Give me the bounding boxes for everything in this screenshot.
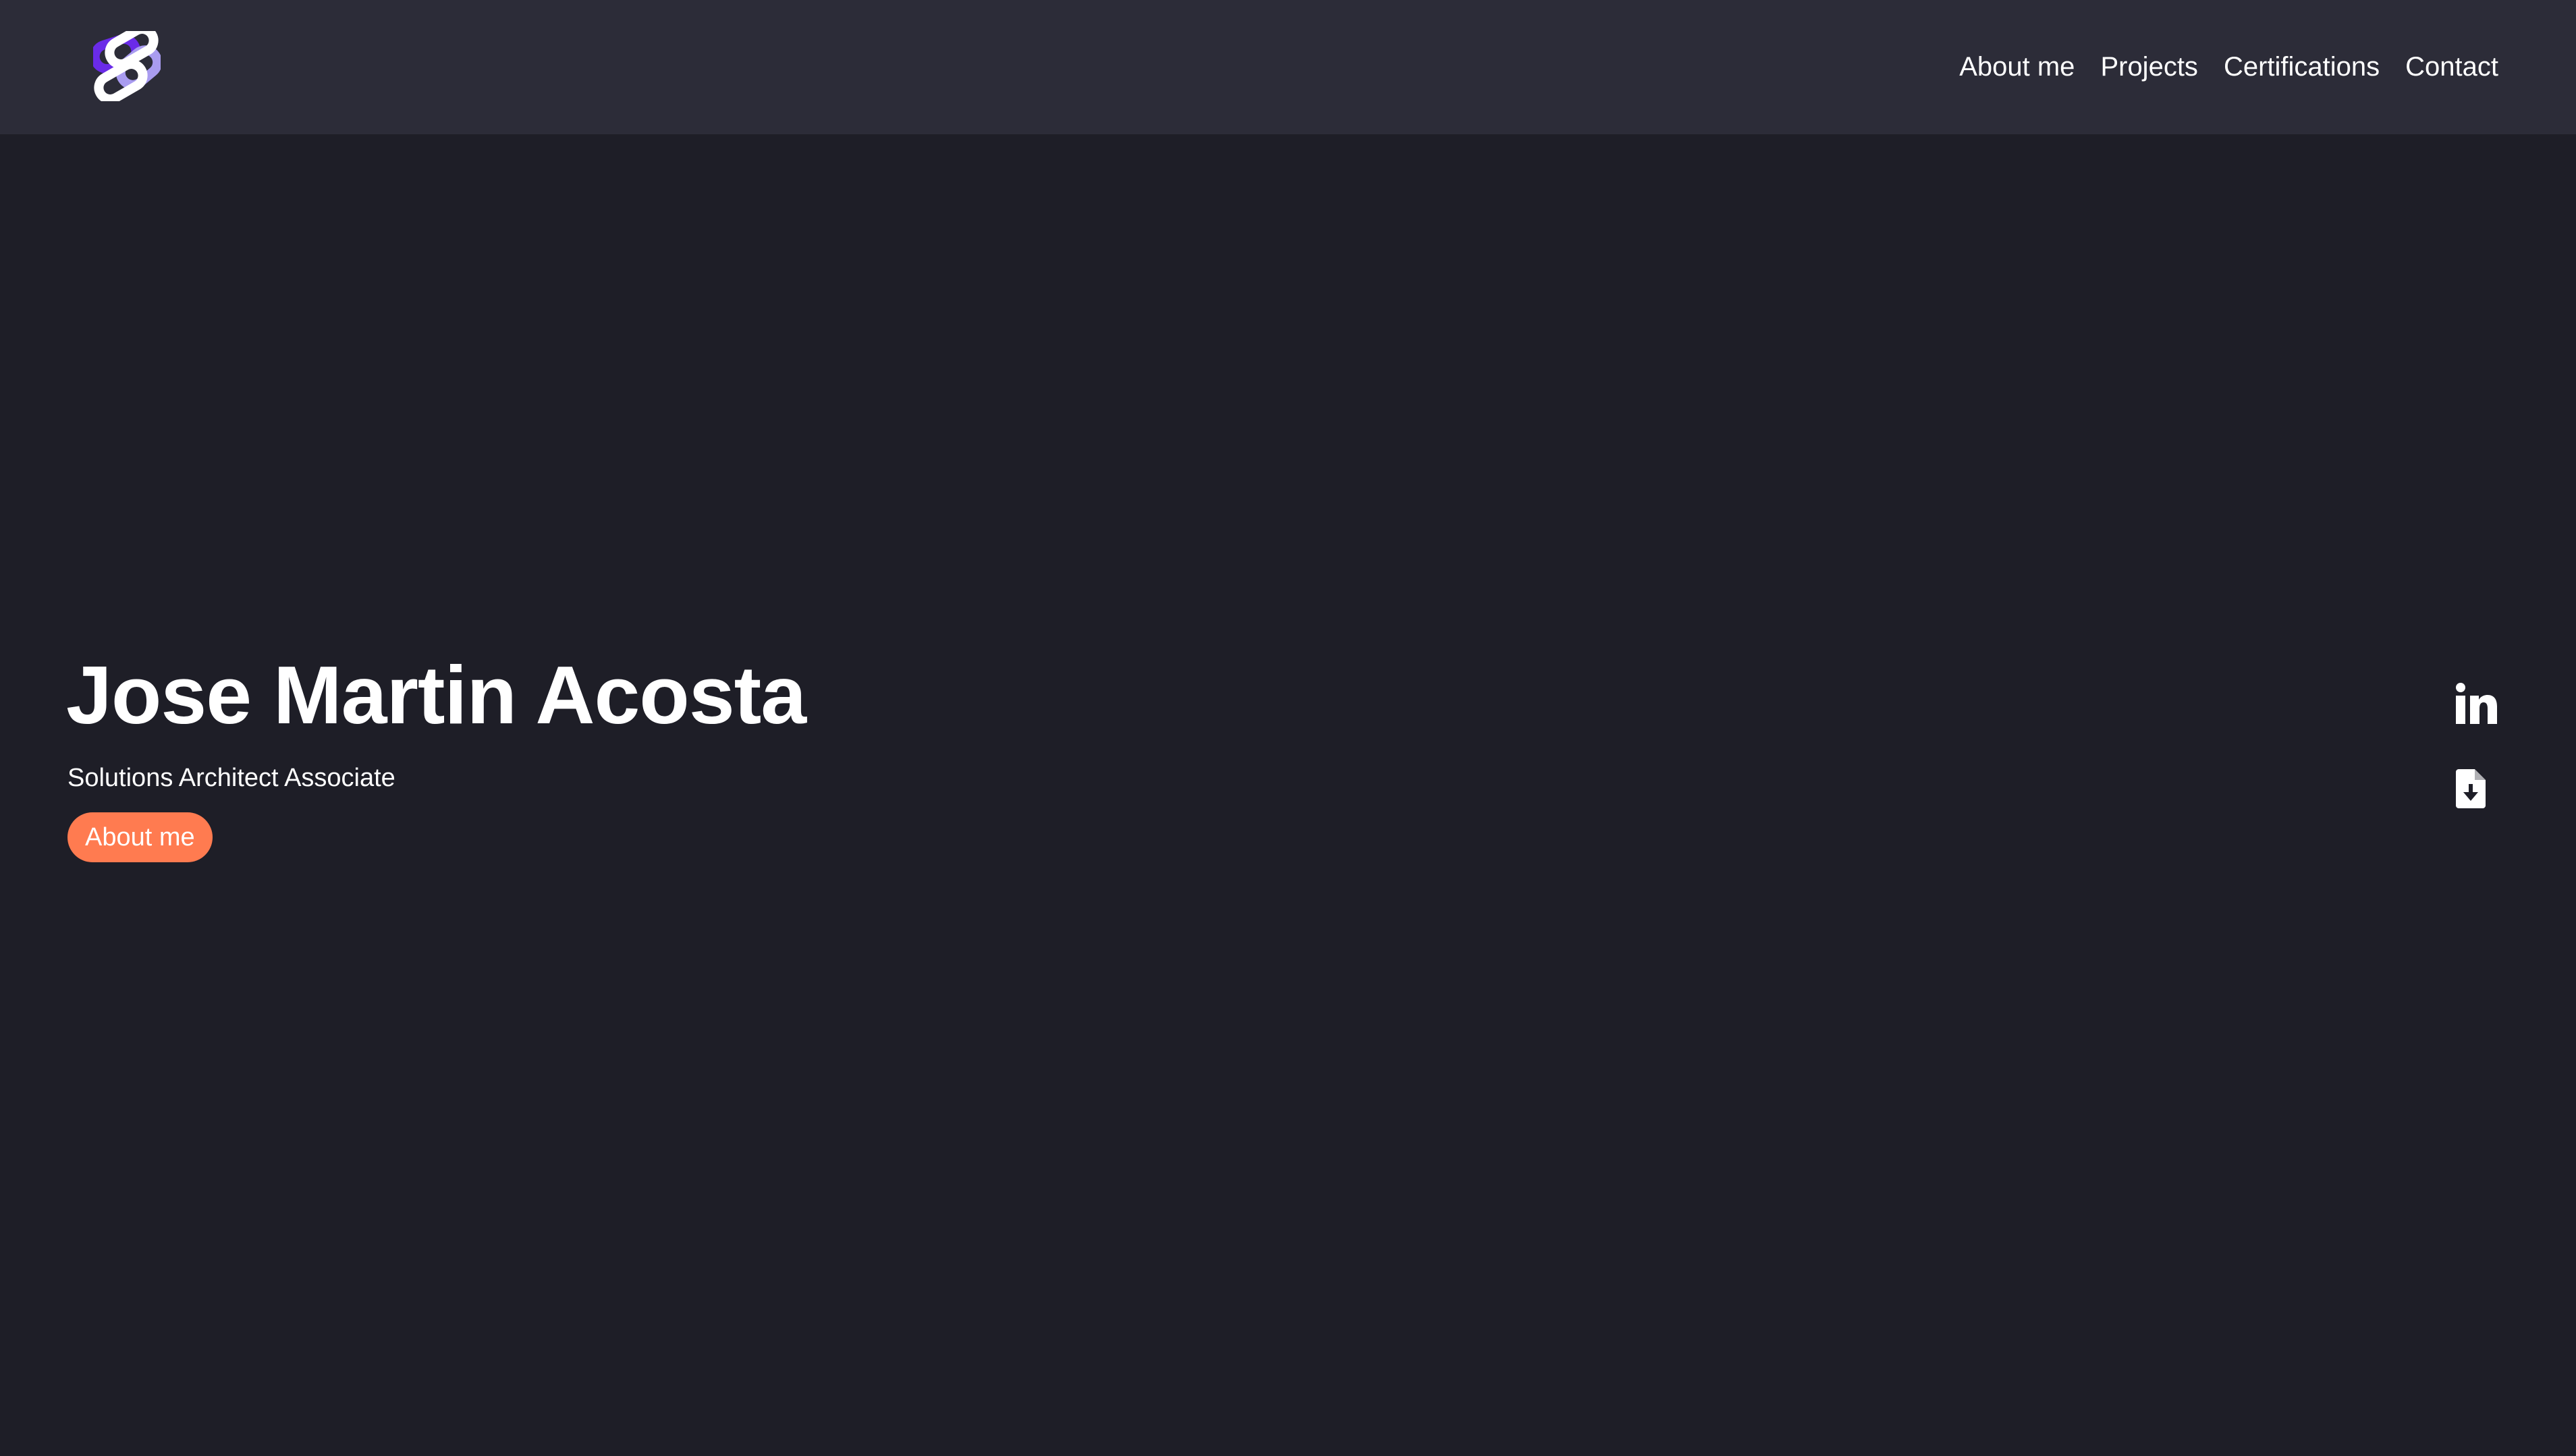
- main-nav: About me Projects Certifications Contact: [1959, 0, 2498, 134]
- nav-link-projects[interactable]: Projects: [2100, 52, 2198, 82]
- hero-name-heading: Jose Martin Acosta: [66, 649, 806, 741]
- about-me-button[interactable]: About me: [67, 812, 213, 862]
- nav-link-about-me[interactable]: About me: [1959, 52, 2075, 82]
- logo-icon[interactable]: [90, 24, 163, 104]
- nav-link-contact[interactable]: Contact: [2405, 52, 2498, 82]
- nav-link-certifications[interactable]: Certifications: [2224, 52, 2380, 82]
- linkedin-icon[interactable]: [2455, 683, 2497, 725]
- top-navigation-bar: About me Projects Certifications Contact: [0, 0, 2576, 134]
- hero-subtitle: Solutions Architect Associate: [67, 764, 395, 792]
- page: About me Projects Certifications Contact…: [0, 0, 2576, 1456]
- file-download-icon[interactable]: [2456, 769, 2486, 808]
